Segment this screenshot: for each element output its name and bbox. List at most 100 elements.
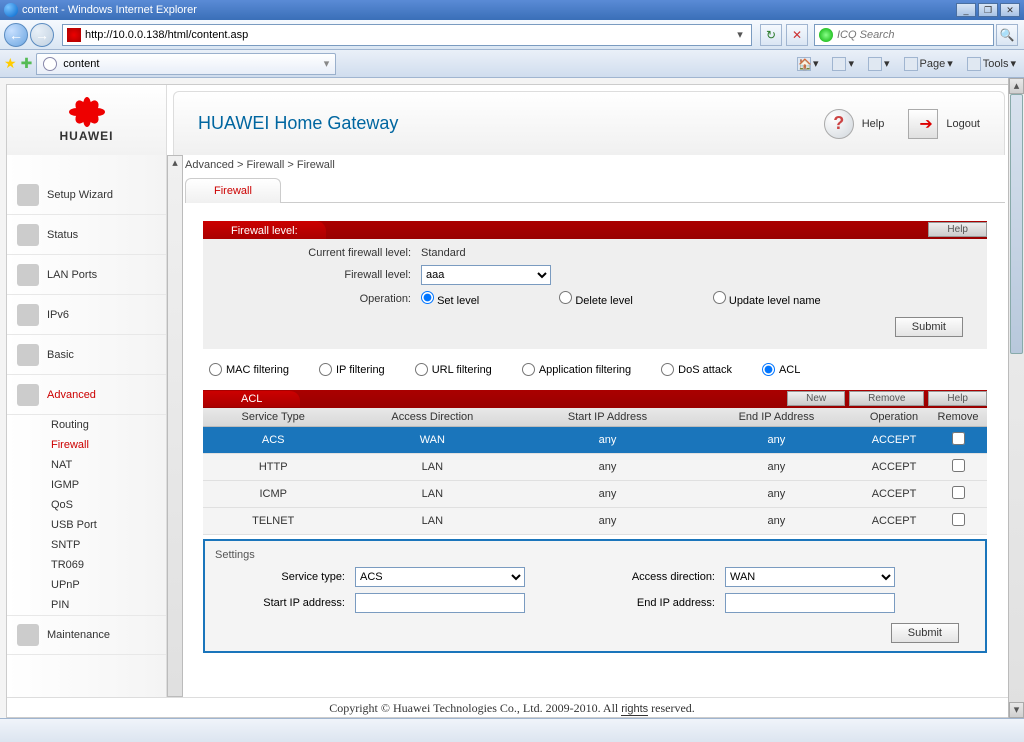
filter-url[interactable]: URL filtering: [415, 363, 492, 376]
browser-search[interactable]: [814, 24, 994, 46]
minimize-button[interactable]: _: [956, 3, 976, 17]
icq-icon: [819, 28, 833, 42]
subnav-usb-port[interactable]: USB Port: [51, 515, 166, 535]
subnav-tr069[interactable]: TR069: [51, 555, 166, 575]
address-bar[interactable]: ▾: [62, 24, 752, 46]
tab-firewall[interactable]: Firewall: [185, 178, 281, 203]
table-row[interactable]: HTTPLANanyanyACCEPT: [203, 454, 987, 481]
help-button[interactable]: ? Help: [824, 109, 885, 139]
subnav-sntp[interactable]: SNTP: [51, 535, 166, 555]
favorites-star-icon[interactable]: ★: [4, 55, 17, 72]
acl-new-button[interactable]: New: [787, 391, 845, 406]
tools-menu[interactable]: Tools ▾: [963, 55, 1020, 73]
forward-button[interactable]: →: [30, 23, 54, 47]
sidebar-item-ipv6[interactable]: IPv6: [7, 295, 166, 335]
page-menu[interactable]: Page ▾: [900, 55, 957, 73]
end-ip-input[interactable]: [725, 593, 895, 613]
op-delete-level[interactable]: Delete level: [559, 291, 633, 307]
scroll-up-arrow-icon[interactable]: ▴: [1009, 78, 1024, 94]
service-type-select[interactable]: ACS: [355, 567, 525, 587]
browser-statusbar: [0, 718, 1024, 742]
op-update-level-radio[interactable]: [713, 291, 726, 304]
add-favorite-icon[interactable]: ✚: [21, 55, 33, 72]
tab-dropdown-icon[interactable]: ▾: [324, 57, 330, 70]
acl-help-button[interactable]: Help: [928, 391, 987, 406]
firewall-level-submit-button[interactable]: Submit: [895, 317, 963, 337]
filter-dos[interactable]: DoS attack: [661, 363, 732, 376]
feeds-button[interactable]: ▾: [828, 55, 858, 73]
table-row[interactable]: ICMPLANanyanyACCEPT: [203, 481, 987, 508]
window-scrollbar[interactable]: ▴ ▾: [1008, 78, 1024, 718]
start-ip-input[interactable]: [355, 593, 525, 613]
scroll-thumb[interactable]: [1010, 94, 1023, 354]
row-remove-checkbox[interactable]: [952, 513, 965, 526]
filter-acl[interactable]: ACL: [762, 363, 800, 376]
browser-tab[interactable]: content ▾: [36, 53, 336, 75]
url-dropdown-icon[interactable]: ▾: [733, 28, 747, 41]
print-button[interactable]: ▾: [864, 55, 894, 73]
row-remove-checkbox[interactable]: [952, 486, 965, 499]
sidebar-item-maintenance[interactable]: Maintenance: [7, 615, 166, 655]
row-remove-checkbox[interactable]: [952, 459, 965, 472]
back-button[interactable]: ←: [4, 23, 28, 47]
section-help-button[interactable]: Help: [928, 222, 987, 237]
inner-scrollbar[interactable]: ▴: [167, 155, 183, 697]
cell-operation: ACCEPT: [859, 508, 929, 535]
filter-ip[interactable]: IP filtering: [319, 363, 385, 376]
restore-button[interactable]: ❐: [978, 3, 998, 17]
scroll-up-icon[interactable]: ▴: [168, 156, 182, 172]
table-row[interactable]: TELNETLANanyanyACCEPT: [203, 508, 987, 535]
cell-service: ICMP: [203, 481, 343, 508]
acl-remove-button[interactable]: Remove: [849, 391, 924, 406]
subnav-nat[interactable]: NAT: [51, 455, 166, 475]
op-set-level-radio[interactable]: [421, 291, 434, 304]
brand-text: HUAWEI: [60, 129, 114, 143]
logout-button[interactable]: Logout: [908, 109, 980, 139]
url-input[interactable]: [85, 29, 733, 41]
row-remove-checkbox[interactable]: [952, 432, 965, 445]
firewall-level-select[interactable]: aaa: [421, 265, 551, 285]
subnav-routing[interactable]: Routing: [51, 415, 166, 435]
sidebar-item-lan-ports[interactable]: LAN Ports: [7, 255, 166, 295]
sidebar-item-basic[interactable]: Basic: [7, 335, 166, 375]
cell-remove: [929, 427, 987, 454]
filter-application[interactable]: Application filtering: [522, 363, 631, 376]
end-ip-label: End IP address:: [585, 597, 715, 609]
refresh-button[interactable]: ↻: [760, 24, 782, 46]
sidebar-item-setup-wizard[interactable]: Setup Wizard: [7, 175, 166, 215]
footer-rights-link[interactable]: rights: [621, 703, 648, 716]
op-update-level-name[interactable]: Update level name: [713, 291, 821, 307]
cell-direction: LAN: [343, 481, 521, 508]
cell-start-ip: any: [521, 454, 694, 481]
subnav-igmp[interactable]: IGMP: [51, 475, 166, 495]
access-direction-select[interactable]: WAN: [725, 567, 895, 587]
page-footer: Copyright © Huawei Technologies Co., Ltd…: [7, 697, 1017, 717]
main-content: ▴ Advanced > Firewall > Firewall Firewal…: [167, 155, 1017, 697]
browser-navbar: ← → ▾ ↻ ✕ 🔍: [0, 20, 1024, 50]
ie-icon: [4, 3, 18, 17]
settings-submit-button[interactable]: Submit: [891, 623, 959, 643]
col-start-ip: Start IP Address: [521, 408, 694, 427]
cell-remove: [929, 454, 987, 481]
subnav-qos[interactable]: QoS: [51, 495, 166, 515]
advanced-icon: [17, 384, 39, 406]
subnav-upnp[interactable]: UPnP: [51, 575, 166, 595]
search-go-button[interactable]: 🔍: [996, 24, 1018, 46]
search-input[interactable]: [837, 29, 989, 41]
table-row[interactable]: ACSWANanyanyACCEPT: [203, 427, 987, 454]
ipv6-icon: [17, 304, 39, 326]
home-button[interactable]: 🏠▾: [793, 55, 823, 73]
maintenance-icon: [17, 624, 39, 646]
close-window-button[interactable]: ✕: [1000, 3, 1020, 17]
subnav-firewall[interactable]: Firewall: [51, 435, 166, 455]
sidebar-item-advanced[interactable]: Advanced: [7, 375, 166, 415]
op-set-level[interactable]: Set level: [421, 291, 479, 307]
stop-button[interactable]: ✕: [786, 24, 808, 46]
filter-mac[interactable]: MAC filtering: [209, 363, 289, 376]
scroll-down-arrow-icon[interactable]: ▾: [1009, 702, 1024, 718]
op-delete-level-radio[interactable]: [559, 291, 572, 304]
print-icon: [868, 57, 882, 71]
subnav-pin[interactable]: PIN: [51, 595, 166, 615]
sidebar-item-status[interactable]: Status: [7, 215, 166, 255]
section-title: Firewall level:: [203, 221, 326, 239]
